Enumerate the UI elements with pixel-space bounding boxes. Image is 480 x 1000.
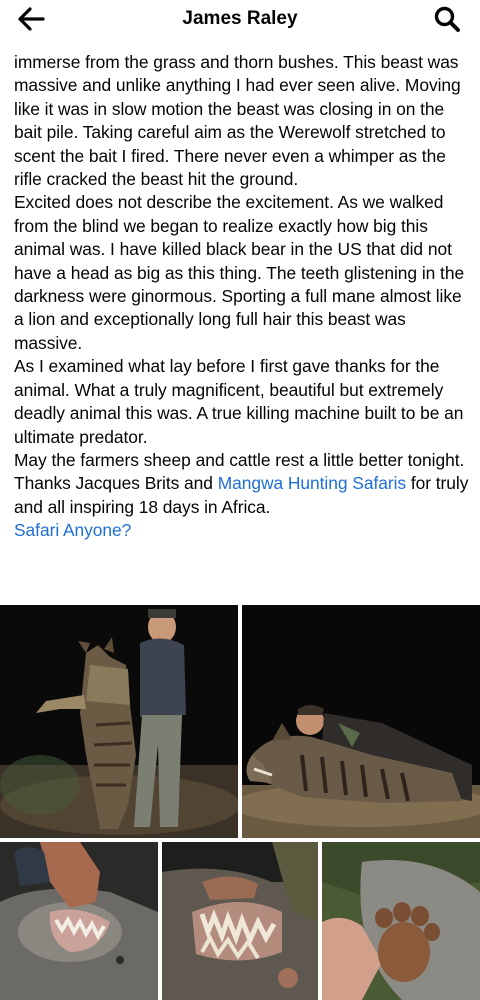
post-paragraph: May the farmers sheep and cattle rest a …	[14, 449, 465, 470]
page-title: James Raley	[182, 8, 298, 29]
search-button[interactable]	[430, 3, 464, 35]
thanks-prefix: Thanks Jacques Brits and	[14, 473, 218, 494]
photo-hyena-teeth-closeup[interactable]	[162, 842, 318, 1000]
post-paragraph: Excited does not describe the excitement…	[14, 192, 465, 353]
photo-hunter-lying-with-hyena[interactable]	[242, 605, 480, 838]
photo-hunter-holding-hyena[interactable]	[0, 605, 238, 838]
photo-hyena-mouth-hand[interactable]	[0, 842, 158, 1000]
post-paragraph: As I examined what lay before I first ga…	[14, 356, 464, 447]
post-text: immerse from the grass and thorn bushes.…	[14, 51, 474, 543]
post-paragraph: immerse from the grass and thorn bushes.…	[14, 52, 461, 190]
top-bar: James Raley	[0, 0, 480, 40]
search-icon	[434, 6, 460, 32]
hashtag-link[interactable]: Safari Anyone?	[14, 520, 131, 540]
photo-hyena-paw[interactable]	[322, 842, 480, 1000]
thanks-paragraph: Thanks Jacques Brits and Mangwa Hunting …	[14, 472, 474, 519]
page-mention-link[interactable]: Mangwa Hunting Safaris	[218, 473, 406, 493]
